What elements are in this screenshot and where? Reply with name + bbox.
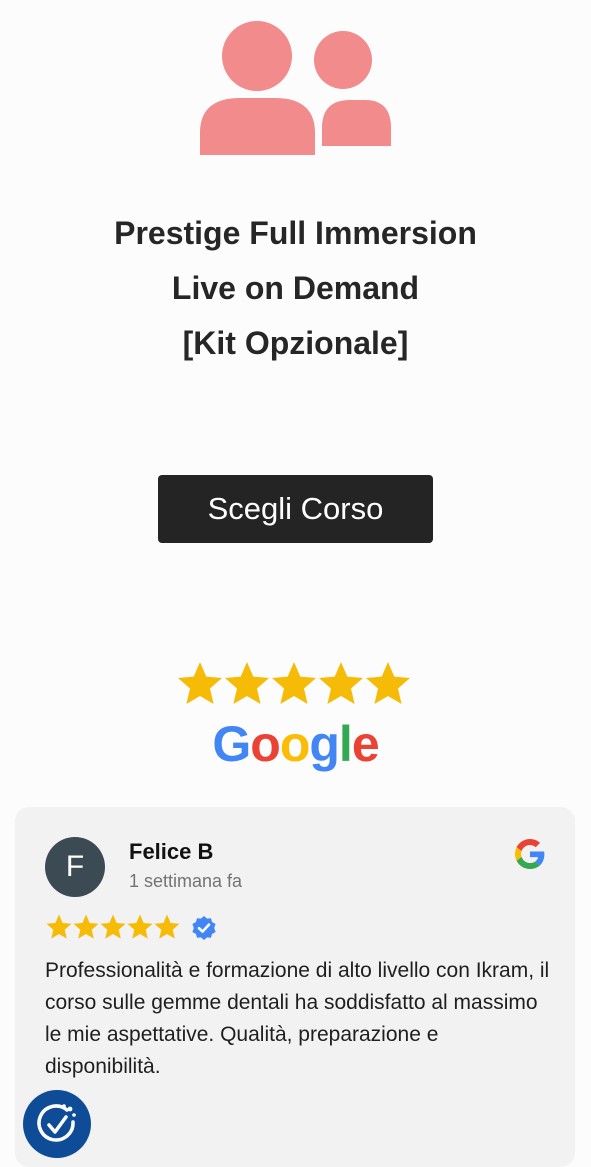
reviewer-name: Felice B (129, 839, 214, 864)
people-icon (200, 21, 391, 155)
star-icon (178, 662, 222, 704)
verified-badge-icon (192, 916, 216, 940)
star-icon (46, 914, 72, 939)
course-title: Prestige Full Immersion Live on Demand [… (0, 206, 591, 371)
course-title-line-1: Prestige Full Immersion (114, 215, 477, 251)
choose-course-button-label: Scegli Corso (207, 491, 384, 526)
google-letter: g (309, 716, 340, 772)
star-icon (225, 662, 269, 704)
review-text: Professionalità e formazione di alto liv… (45, 959, 550, 1078)
google-letter: e (351, 716, 380, 772)
star-icon (366, 662, 410, 704)
google-letter: G (212, 716, 251, 772)
avatar: F (45, 837, 105, 897)
choose-course-button[interactable]: Scegli Corso (158, 475, 433, 543)
review-card: F Felice B 1 settimana fa Professionalit… (15, 807, 575, 1167)
star-icon (319, 662, 363, 704)
review-time: 1 settimana fa (129, 871, 243, 891)
star-icon (100, 914, 126, 939)
course-title-line-2: Live on Demand (171, 270, 420, 306)
google-letter: l (338, 716, 353, 772)
google-logo: Google (0, 712, 591, 776)
review-stars (46, 914, 180, 939)
google-letter: o (250, 716, 281, 772)
google-letter: o (279, 716, 311, 772)
course-title-line-3: [Kit Opzionale] (182, 325, 409, 361)
star-icon (154, 914, 180, 939)
avatar-initial: F (65, 850, 85, 883)
star-icon (272, 662, 316, 704)
rating-stars (178, 662, 410, 704)
star-icon (127, 914, 153, 939)
accessibility-icon (37, 1104, 76, 1142)
google-g-icon (515, 839, 545, 869)
star-icon (73, 914, 99, 939)
accessibility-button[interactable] (23, 1090, 91, 1158)
